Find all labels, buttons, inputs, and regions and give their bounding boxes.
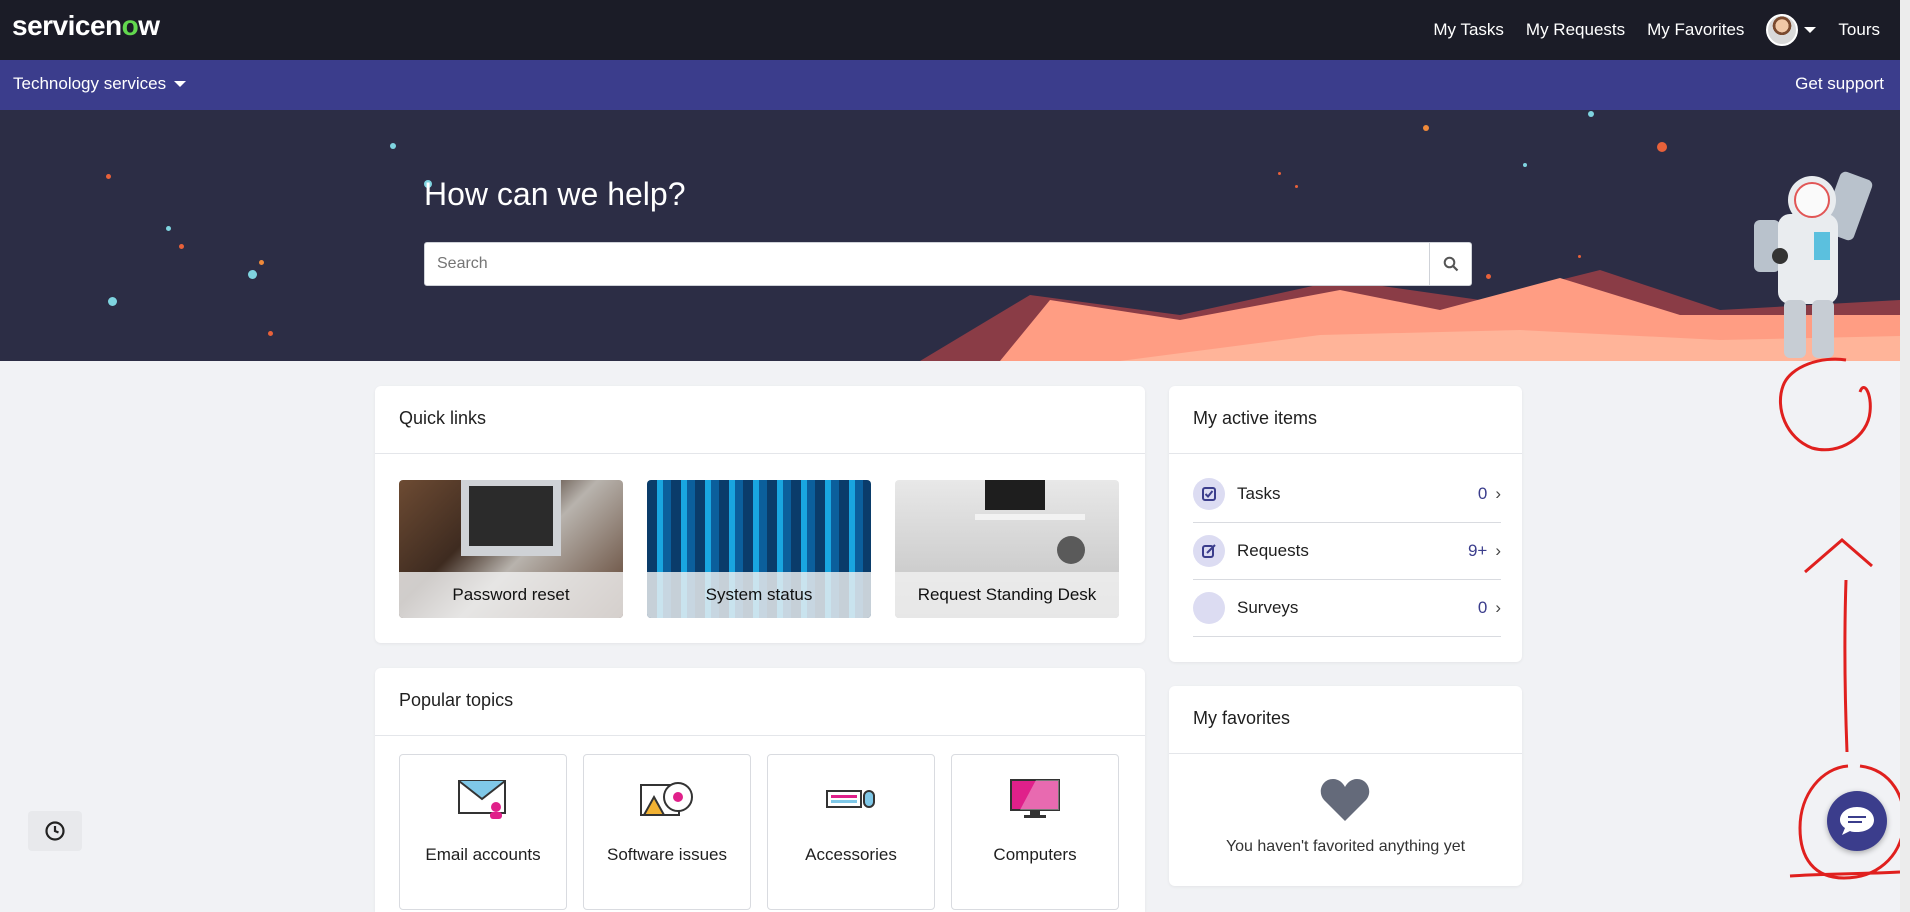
topic-label: Email accounts <box>425 845 541 864</box>
software-issues-icon <box>640 782 693 816</box>
chat-button[interactable] <box>1827 791 1887 851</box>
portal-subnav: Technology services Get support <box>0 60 1900 110</box>
active-items-card: My active items Tasks 0 › Requests 9+ › … <box>1169 386 1522 662</box>
topic-accessories[interactable]: Accessories <box>767 754 935 910</box>
annotation-arrow-head <box>1804 538 1873 574</box>
star-decoration <box>1657 142 1667 152</box>
top-nav-links: My Tasks My Requests My Favorites Tours <box>1433 0 1880 60</box>
quick-link-label: Request Standing Desk <box>895 572 1119 618</box>
topic-label: Accessories <box>805 845 897 864</box>
search-icon <box>1443 256 1458 272</box>
servicenow-logo[interactable]: servicenow <box>12 10 160 42</box>
topic-label: Computers <box>993 845 1077 864</box>
chevron-right-icon: › <box>1495 484 1501 503</box>
portal-menu[interactable]: Technology services <box>13 74 187 94</box>
quick-links-card: Quick links Password reset System status… <box>375 386 1145 643</box>
star-decoration <box>166 226 171 231</box>
search-input[interactable] <box>425 243 1429 285</box>
nav-my-tasks[interactable]: My Tasks <box>1433 20 1504 40</box>
favorites-card: My favorites You haven't favorited anyth… <box>1169 686 1522 886</box>
get-support-link[interactable]: Get support <box>1795 74 1884 94</box>
popular-topics-title: Popular topics <box>375 668 1145 736</box>
computer-icon <box>1010 779 1060 818</box>
star-decoration <box>268 331 273 336</box>
favorites-title: My favorites <box>1169 686 1522 754</box>
star-decoration <box>1423 125 1429 131</box>
avatar[interactable] <box>1766 14 1799 46</box>
keyboard-icon <box>826 790 875 808</box>
top-navbar: servicenow My Tasks My Requests My Favor… <box>0 0 1900 60</box>
topic-label: Software issues <box>607 845 727 864</box>
active-item-label: Tasks <box>1237 484 1281 503</box>
star-decoration <box>1295 185 1298 188</box>
laptop-image <box>461 480 561 556</box>
quick-link-system-status[interactable]: System status <box>647 480 871 618</box>
active-item-label: Requests <box>1237 541 1309 560</box>
star-decoration <box>179 244 184 249</box>
quick-link-password-reset[interactable]: Password reset <box>399 480 623 618</box>
favorites-empty-message: You haven't favorited anything yet <box>1225 838 1466 855</box>
astronaut-illustration <box>1754 171 1873 358</box>
desk-image <box>975 480 1085 564</box>
nav-my-favorites[interactable]: My Favorites <box>1647 20 1744 40</box>
active-item-label: Surveys <box>1237 598 1299 617</box>
star-decoration <box>1278 172 1281 175</box>
request-edit-icon <box>1193 535 1225 567</box>
history-icon <box>45 821 65 841</box>
quick-link-standing-desk[interactable]: Request Standing Desk <box>895 480 1119 618</box>
star-decoration <box>1578 255 1581 258</box>
active-item-count: 0 <box>1477 598 1488 617</box>
caret-down-icon <box>1804 27 1817 33</box>
search-button[interactable] <box>1429 243 1471 285</box>
star-decoration <box>248 270 257 279</box>
topic-software-issues[interactable]: Software issues <box>583 754 751 910</box>
survey-icon <box>1193 592 1225 624</box>
annotation-underline <box>1789 870 1901 878</box>
heart-icon <box>1320 779 1370 821</box>
star-decoration <box>390 143 396 149</box>
nav-tours[interactable]: Tours <box>1838 20 1880 40</box>
active-items-title: My active items <box>1169 386 1522 454</box>
star-decoration <box>106 174 111 179</box>
portal-menu-label: Technology services <box>13 74 167 93</box>
popular-topics-card: Popular topics Email accounts Software i… <box>375 668 1145 912</box>
hero-title: How can we help? <box>424 176 686 212</box>
quick-link-label: Password reset <box>399 572 623 618</box>
quick-links-title: Quick links <box>375 386 1145 454</box>
user-menu[interactable] <box>1766 14 1817 46</box>
topic-email-accounts[interactable]: Email accounts <box>399 754 567 910</box>
star-decoration <box>259 260 264 265</box>
chevron-right-icon: › <box>1495 598 1501 617</box>
star-decoration <box>1588 111 1594 117</box>
search-box <box>424 242 1472 286</box>
active-item-tasks[interactable]: Tasks 0 › <box>1193 466 1501 523</box>
nav-my-requests[interactable]: My Requests <box>1526 20 1625 40</box>
hero-banner: How can we help? <box>0 110 1900 361</box>
chevron-right-icon: › <box>1495 541 1501 560</box>
page-scrollbar[interactable] <box>1900 0 1910 912</box>
topic-computers[interactable]: Computers <box>951 754 1119 910</box>
email-icon <box>458 780 506 819</box>
active-item-count: 9+ <box>1467 541 1488 560</box>
chat-icon <box>1840 807 1874 835</box>
quick-link-label: System status <box>647 572 871 618</box>
task-check-icon <box>1193 478 1225 510</box>
history-button[interactable] <box>28 811 82 851</box>
annotation-arrow-shaft <box>1843 579 1849 753</box>
star-decoration <box>108 297 117 306</box>
active-item-count: 0 <box>1477 484 1488 503</box>
star-decoration <box>1523 163 1527 167</box>
annotation-circle-top <box>1778 357 1872 452</box>
caret-down-icon <box>174 81 187 87</box>
active-item-surveys[interactable]: Surveys 0 › <box>1193 580 1501 637</box>
active-item-requests[interactable]: Requests 9+ › <box>1193 523 1501 580</box>
